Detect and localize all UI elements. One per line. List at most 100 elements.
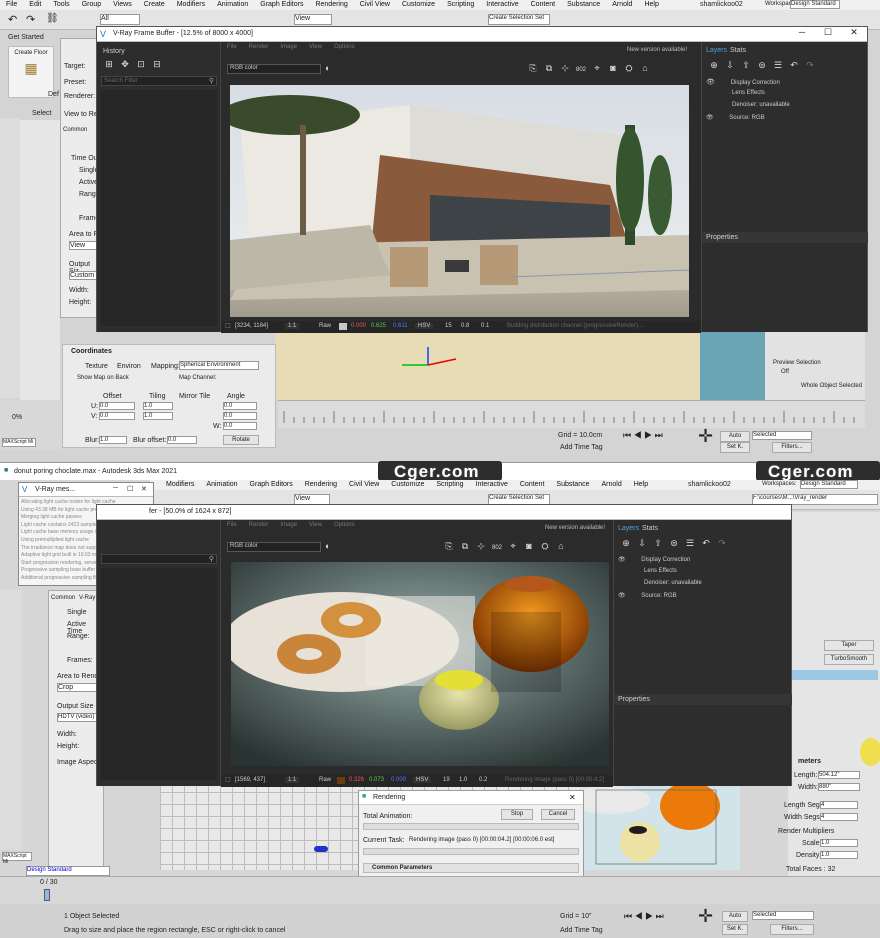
bottom-tab-vray[interactable]: V-Ray [79, 595, 95, 601]
bottom-auto-button[interactable]: Auto [722, 911, 748, 922]
view-dropdown[interactable]: View [294, 14, 332, 25]
top-mode[interactable]: HSV [415, 323, 434, 329]
bottom-layer-denoiser[interactable]: Denoiser: unavailable [644, 580, 702, 586]
undo-icon[interactable]: ↶ [8, 13, 17, 26]
w-angle[interactable]: 0.0 [223, 422, 257, 430]
menu-interactive[interactable]: Interactive [480, 0, 524, 10]
bottom-hdtv-select[interactable]: HDTV (video) [57, 713, 97, 722]
menu-rendering[interactable]: Rendering [309, 0, 353, 10]
bottom-layer-lens-effects[interactable]: Lens Effects [644, 568, 677, 574]
u-angle[interactable]: 0.0 [223, 402, 257, 410]
top-layer-display-correction[interactable]: 👁 Display Correction [706, 78, 864, 86]
bottom-history-search[interactable]: ⚲ [101, 554, 217, 564]
link-icon[interactable]: ⛓ [46, 13, 59, 24]
menu-customize[interactable]: Customize [396, 0, 441, 10]
area-view-select[interactable]: View [69, 241, 99, 250]
camera-icon[interactable]: ◙ [523, 541, 535, 552]
history-search[interactable]: Search Filter ⚲ [101, 76, 217, 86]
vray-messages-close-icon[interactable]: ✕ [141, 485, 147, 493]
bottom-vfb-menu-file[interactable]: File [227, 522, 237, 528]
top-new-version[interactable]: New version available! [627, 47, 687, 53]
render-icon[interactable]: ⌂ [639, 63, 651, 74]
density-field[interactable]: 1.0 [820, 851, 858, 859]
eye-icon[interactable]: 👁 [706, 79, 715, 86]
width-field[interactable]: 880" [818, 783, 860, 791]
minimize-icon[interactable]: ─ [789, 27, 815, 41]
menu-civil-view[interactable]: Civil View [354, 0, 396, 10]
top-maxscript[interactable]: MAXScript Mi [2, 438, 36, 447]
length-segs-field[interactable]: 4 [820, 801, 858, 809]
bottom-filters-button[interactable]: Filters... [770, 924, 814, 935]
layer-preset-icon[interactable]: ⊜ [668, 538, 680, 549]
workspace-select[interactable]: Design Standard [790, 0, 840, 9]
bottom-menu-animation[interactable]: Animation [200, 480, 243, 490]
top-add-time-tag[interactable]: Add Time Tag [560, 444, 603, 451]
vray-messages-maximize-icon[interactable]: ☐ [127, 485, 133, 493]
camera-icon[interactable]: ◙ [607, 63, 619, 74]
bottom-user[interactable]: shamlickoo02 [688, 481, 731, 488]
whole-object[interactable]: Whole Object Selected [801, 383, 865, 389]
taper-button[interactable]: Taper [824, 640, 874, 651]
eye-icon[interactable]: 👁 [618, 593, 626, 599]
bottom-selected-field[interactable]: Selected [752, 911, 814, 920]
top-selected-field[interactable]: Selected [752, 431, 812, 440]
rotate-button[interactable]: Rotate [223, 435, 259, 445]
bottom-menu-arnold[interactable]: Arnold [596, 480, 628, 490]
bottom-channel-select[interactable]: RGB color [227, 542, 321, 552]
menu-content[interactable]: Content [525, 0, 562, 10]
compare-icon[interactable]: ⧉ [543, 63, 555, 74]
save-layers-icon[interactable]: ⇩ [636, 538, 648, 549]
bottom-add-time-tag[interactable]: Add Time Tag [560, 927, 603, 934]
u-tiling[interactable]: 1.0 [143, 402, 173, 410]
top-vfb-menu-image[interactable]: Image [280, 44, 297, 50]
add-layer-icon[interactable]: ⊕ [620, 538, 632, 549]
bottom-stats-tab[interactable]: Stats [642, 525, 658, 532]
top-zoom[interactable]: 1:1 [285, 323, 300, 329]
top-vfb-menu-render[interactable]: Render [249, 44, 269, 50]
top-channel-select[interactable]: RGB color [227, 64, 321, 74]
menu-modifiers[interactable]: Modifiers [171, 0, 211, 10]
output-custom[interactable]: Custom [69, 271, 99, 280]
interactive-render-icon[interactable]: ⛭ [623, 63, 635, 74]
bottom-new-version[interactable]: New version available! [545, 525, 605, 531]
show-map-checkbox[interactable]: Show Map on Back [77, 375, 129, 381]
environ-radio[interactable]: Environ [117, 363, 141, 370]
menu-group[interactable]: Group [76, 0, 107, 10]
layer-redo-icon[interactable]: ↷ [716, 538, 728, 549]
top-vfb-menu-file[interactable]: File [227, 44, 237, 50]
top-layers-tab[interactable]: Layers [706, 47, 727, 54]
v-offset[interactable]: 0.0 [99, 412, 135, 420]
menu-file[interactable]: File [0, 0, 23, 10]
bottom-workspace-select[interactable]: Design Standard [800, 480, 858, 489]
bottom-tab-common[interactable]: Common [51, 595, 75, 601]
load-layers-icon[interactable]: ⇧ [652, 538, 664, 549]
interactive-render-icon[interactable]: ⛭ [539, 541, 551, 552]
bottom-play-controls[interactable]: ⏮ ◀ ▶ ⏭ [624, 911, 664, 922]
bottom-layer-display-correction[interactable]: 👁 Display Correction [618, 556, 690, 563]
bottom-menu-substance[interactable]: Substance [550, 480, 595, 490]
top-stats-tab[interactable]: Stats [730, 47, 746, 54]
bottom-menu-interactive[interactable]: Interactive [470, 480, 514, 490]
bottom-vfb-menu-render[interactable]: Render [249, 522, 269, 528]
bottom-menu-scripting[interactable]: Scripting [430, 480, 469, 490]
render-icon[interactable]: ⌂ [555, 541, 567, 552]
menu-tools[interactable]: Tools [47, 0, 75, 10]
menu-views[interactable]: Views [107, 0, 138, 10]
top-vfb-menu-view[interactable]: View [309, 44, 322, 50]
track-mouse-icon[interactable]: ⌖ [591, 63, 603, 74]
menu-edit[interactable]: Edit [23, 0, 47, 10]
bottom-menu-content[interactable]: Content [514, 480, 551, 490]
length-field[interactable]: 504.12" [818, 771, 860, 779]
menu-scripting[interactable]: Scripting [441, 0, 480, 10]
top-auto-button[interactable]: Auto [720, 431, 750, 442]
rendering-stop-button[interactable]: Stop [501, 809, 533, 820]
bottom-layer-source[interactable]: 👁 Source: RGB [618, 592, 677, 599]
bottom-timeline[interactable]: 0 / 30 [0, 876, 880, 904]
menu-graph-editors[interactable]: Graph Editors [254, 0, 309, 10]
top-render-image[interactable] [230, 85, 689, 317]
common-params-rollout[interactable]: Common Parameters [363, 863, 579, 873]
layer-undo-icon[interactable]: ↶ [788, 60, 800, 71]
get-started-tab[interactable]: Get Started [8, 34, 44, 41]
bottom-menu-help[interactable]: Help [628, 480, 654, 490]
dither-icon[interactable]: 802 [575, 65, 587, 76]
